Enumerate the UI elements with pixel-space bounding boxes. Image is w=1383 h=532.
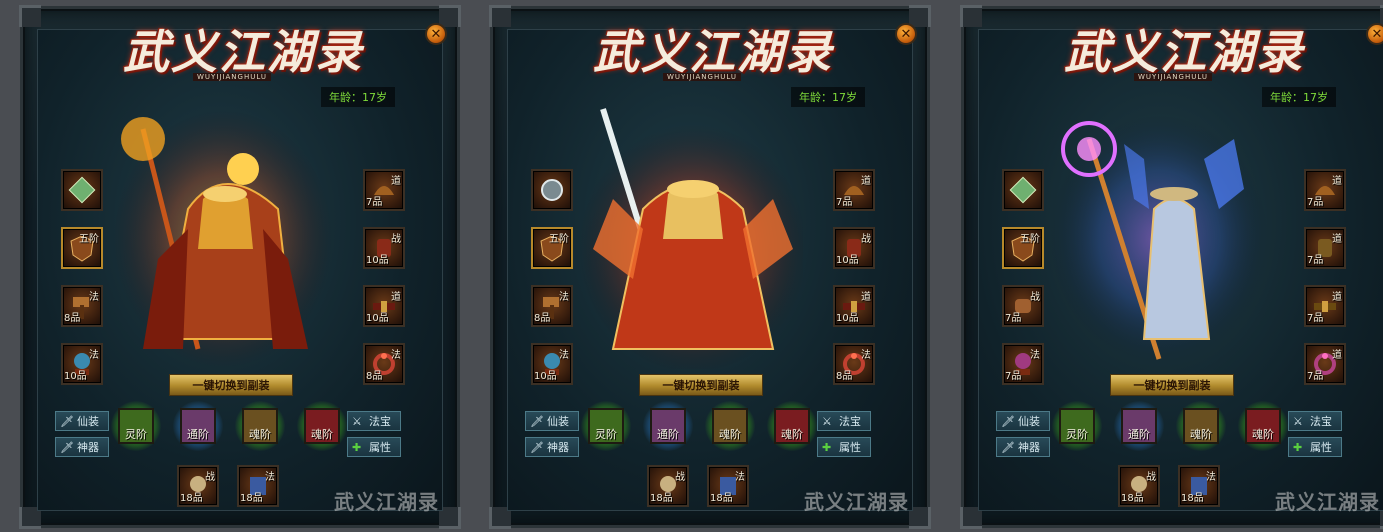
close-button[interactable]: ✕ <box>895 23 917 45</box>
equip-slot-right-4[interactable]: 法 8品 <box>833 343 875 385</box>
sword-icon: 🗡 <box>1001 415 1015 428</box>
plus-icon: ✚ <box>1293 441 1303 454</box>
frame-corner <box>960 5 982 27</box>
equip-slot-left-1[interactable] <box>61 169 103 211</box>
equip-slot-right-1[interactable]: 道 7品 <box>833 169 875 211</box>
bottom-slot-1[interactable]: 战 18品 <box>647 465 689 507</box>
bottom-slot-2[interactable]: 法 18品 <box>1178 465 1220 507</box>
crossed-swords-icon: ⚔ <box>1293 415 1303 428</box>
shenqi-button[interactable]: 🗡 神器 <box>996 437 1050 457</box>
equip-slot-right-3[interactable]: 道 10品 <box>363 285 405 327</box>
equip-slot-right-4[interactable]: 道 7品 <box>1304 343 1346 385</box>
equip-slot-right-2[interactable]: 战 10品 <box>363 227 405 269</box>
shenqi-button[interactable]: 🗡 神器 <box>525 437 579 457</box>
close-button[interactable]: ✕ <box>1366 23 1383 45</box>
fabao-button[interactable]: ⚔ 法宝 <box>1288 411 1342 431</box>
watermark: 武义江湖录 <box>804 490 909 514</box>
logo-subtitle: WUYIJIANGHULU <box>193 73 272 81</box>
equip-slot-left-4[interactable]: 法 10品 <box>61 343 103 385</box>
xianzhuang-button[interactable]: 🗡 仙装 <box>996 411 1050 431</box>
rank-hun-2[interactable]: 魂阶 <box>297 401 347 451</box>
logo-title: 武义江湖录 <box>1064 25 1304 79</box>
rank-ling[interactable]: 灵阶 <box>1052 401 1102 451</box>
switch-secondary-gear-button[interactable]: 一键切换到副装 <box>639 374 763 396</box>
watermark: 武义江湖录 <box>334 490 439 514</box>
equip-slot-left-3[interactable]: 法 8品 <box>531 285 573 327</box>
equip-slot-left-2[interactable]: 五阶 <box>531 227 573 269</box>
bottom-slot-1[interactable]: 战 18品 <box>177 465 219 507</box>
rank-ling[interactable]: 灵阶 <box>581 401 631 451</box>
logo-subtitle: WUYIJIANGHULU <box>663 73 742 81</box>
frame-corner <box>489 5 511 27</box>
fabao-button[interactable]: ⚔ 法宝 <box>347 411 401 431</box>
equip-slot-left-2[interactable]: 五阶 <box>1002 227 1044 269</box>
sword-icon: 🗡 <box>60 415 74 428</box>
equip-slot-left-4[interactable]: 法 10品 <box>531 343 573 385</box>
attributes-button[interactable]: ✚ 属性 <box>347 437 401 457</box>
equip-slot-right-2[interactable]: 道 7品 <box>1304 227 1346 269</box>
watermark: 武义江湖录 <box>1275 490 1380 514</box>
character-model-warrior <box>578 108 803 369</box>
bottom-slot-2[interactable]: 法 18品 <box>237 465 279 507</box>
attributes-button[interactable]: ✚ 属性 <box>1288 437 1342 457</box>
logo-title: 武义江湖录 <box>123 25 363 79</box>
close-button[interactable]: ✕ <box>425 23 447 45</box>
frame-corner <box>19 5 41 27</box>
bottom-slot-1[interactable]: 战 18品 <box>1118 465 1160 507</box>
bottom-slot-2[interactable]: 法 18品 <box>707 465 749 507</box>
equip-slot-left-3[interactable]: 法 8品 <box>61 285 103 327</box>
crossed-swords-icon: ⚔ <box>822 415 832 428</box>
rank-hun-1[interactable]: 魂阶 <box>705 401 755 451</box>
xianzhuang-button[interactable]: 🗡 仙装 <box>525 411 579 431</box>
rank-ling[interactable]: 灵阶 <box>111 401 161 451</box>
jade-crystal-icon <box>68 176 96 204</box>
rank-hun-2[interactable]: 魂阶 <box>1238 401 1288 451</box>
rank-tong[interactable]: 通阶 <box>1114 401 1164 451</box>
rank-tong[interactable]: 通阶 <box>643 401 693 451</box>
spear-icon: 🗡 <box>530 441 544 454</box>
switch-secondary-gear-button[interactable]: 一键切换到副装 <box>1110 374 1234 396</box>
equip-slot-right-2[interactable]: 战 10品 <box>833 227 875 269</box>
frame-corner <box>439 5 461 27</box>
rank-hun-1[interactable]: 魂阶 <box>1176 401 1226 451</box>
frame-corner <box>909 5 931 27</box>
equip-slot-left-1[interactable] <box>531 169 573 211</box>
equip-slot-left-3[interactable]: 战 7品 <box>1002 285 1044 327</box>
sword-icon: 🗡 <box>530 415 544 428</box>
plus-icon: ✚ <box>352 441 362 454</box>
medallion-icon <box>541 179 563 201</box>
equip-slot-left-2[interactable]: 五阶 <box>61 227 103 269</box>
plus-icon: ✚ <box>822 441 832 454</box>
spear-icon: 🗡 <box>60 441 74 454</box>
shenqi-button[interactable]: 🗡 神器 <box>55 437 109 457</box>
switch-secondary-gear-button[interactable]: 一键切换到副装 <box>169 374 293 396</box>
character-panel-3: ✕ 武义江湖录 WUYIJIANGHULU 年龄：17岁 五阶 战 7品 法 7… <box>960 5 1383 529</box>
equip-slot-left-4[interactable]: 法 7品 <box>1002 343 1044 385</box>
rank-hun-2[interactable]: 魂阶 <box>767 401 817 451</box>
rank-tong[interactable]: 通阶 <box>173 401 223 451</box>
logo-subtitle: WUYIJIANGHULU <box>1134 73 1213 81</box>
equip-slot-right-4[interactable]: 法 8品 <box>363 343 405 385</box>
character-model-mage <box>1049 114 1269 364</box>
rank-hun-1[interactable]: 魂阶 <box>235 401 285 451</box>
character-model-fire <box>113 109 333 369</box>
equip-slot-right-1[interactable]: 道 7品 <box>1304 169 1346 211</box>
xianzhuang-button[interactable]: 🗡 仙装 <box>55 411 109 431</box>
equip-slot-right-3[interactable]: 道 10品 <box>833 285 875 327</box>
crossed-swords-icon: ⚔ <box>352 415 362 428</box>
spear-icon: 🗡 <box>1001 441 1015 454</box>
logo-title: 武义江湖录 <box>593 25 833 79</box>
character-panel-1: ✕ 武义江湖录 WUYIJIANGHULU 年龄：17岁 五阶 法 8品 法 1… <box>19 5 461 529</box>
equip-slot-right-3[interactable]: 道 7品 <box>1304 285 1346 327</box>
character-panel-2: ✕ 武义江湖录 WUYIJIANGHULU 年龄：17岁 五阶 法 8品 法 1… <box>489 5 931 529</box>
equip-slot-left-1[interactable] <box>1002 169 1044 211</box>
equip-slot-right-1[interactable]: 道 7品 <box>363 169 405 211</box>
fabao-button[interactable]: ⚔ 法宝 <box>817 411 871 431</box>
attributes-button[interactable]: ✚ 属性 <box>817 437 871 457</box>
jade-crystal-icon <box>1009 176 1037 204</box>
